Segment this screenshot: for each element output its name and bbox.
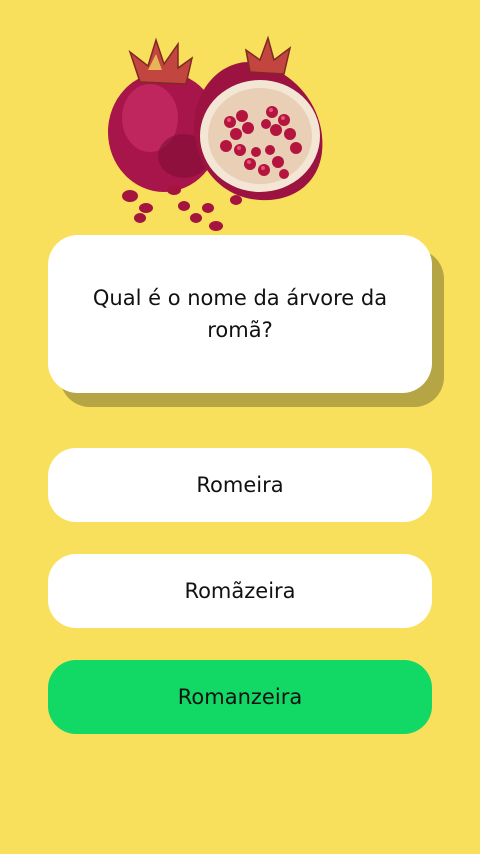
scattered-seeds	[122, 185, 242, 231]
answer-option-romazeira[interactable]: Romãzeira	[48, 554, 432, 628]
answer-option-romanzeira-correct[interactable]: Romanzeira	[48, 660, 432, 734]
question-card-wrapper: Qual é o nome da árvore da romã?	[48, 235, 444, 407]
question-text: Qual é o nome da árvore da romã?	[92, 286, 388, 342]
half-pomegranate	[194, 35, 323, 201]
pomegranate-illustration	[108, 35, 323, 231]
answer-option-romeira[interactable]: Romeira	[48, 448, 432, 522]
question-card: Qual é o nome da árvore da romã?	[48, 235, 432, 393]
